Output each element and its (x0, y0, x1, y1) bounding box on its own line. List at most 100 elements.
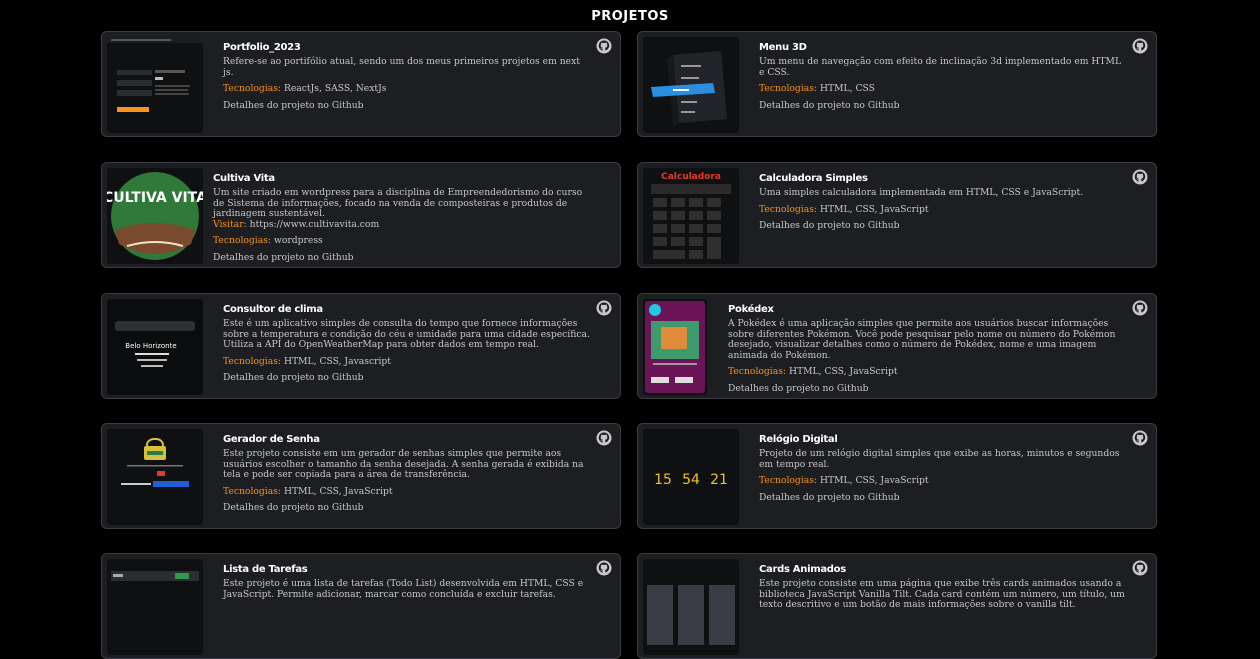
tech-list: ReactJs, SASS, NextJs (283, 83, 387, 95)
project-title: Gerador de Senha (223, 434, 320, 445)
tech-prefix: Tecnologias: (223, 355, 282, 367)
project-card-portfolio[interactable]: Portfolio_2023 Refere-se ao portifólio a… (101, 31, 621, 137)
tech-list: wordpress (273, 235, 323, 247)
weather-thumbnail: Belo Horizonte (107, 299, 203, 395)
github-icon[interactable] (596, 38, 612, 54)
github-icon[interactable] (1132, 38, 1148, 54)
github-icon[interactable] (596, 300, 612, 316)
portfolio-thumbnail (107, 37, 203, 133)
project-card-clima[interactable]: Belo Horizonte Consultor de clima Este é… (101, 293, 621, 399)
visit-url[interactable]: https://www.cultivavita.com (250, 219, 380, 230)
project-title: Consultor de clima (223, 304, 323, 315)
project-card-relogio[interactable]: 15 54 21 Relógio Digital Projeto de um r… (637, 423, 1157, 529)
project-description: Este projeto é uma lista de tarefas (Tod… (223, 578, 584, 600)
project-description: Este é um aplicativo simples de consulta… (223, 318, 590, 351)
github-icon[interactable] (1132, 430, 1148, 446)
project-description: Um menu de navegação com efeito de incli… (759, 56, 1122, 78)
project-description: Uma simples calculadora implementada em … (759, 187, 1084, 198)
tech-list: HTML, CSS, JavaScript (819, 475, 929, 487)
github-link[interactable]: Detalhes do projeto no Github (759, 100, 1126, 112)
project-card-menu-3d[interactable]: Menu 3D Um menu de navegação com efeito … (637, 31, 1157, 137)
password-generator-thumbnail (107, 429, 203, 525)
project-title: Pokédex (728, 304, 774, 315)
project-card-cards-animados[interactable]: Cards Animados Este projeto consiste em … (637, 553, 1157, 659)
project-description: Refere-se ao portifólio atual, sendo um … (223, 56, 580, 78)
tech-prefix: Tecnologias: (759, 475, 818, 487)
project-title: Cultiva Vita (213, 173, 275, 184)
project-card-body: Portfolio_2023 Refere-se ao portifólio a… (223, 42, 590, 111)
github-icon[interactable] (596, 430, 612, 446)
tech-prefix: Tecnologias: (213, 235, 272, 247)
github-link[interactable]: Detalhes do projeto no Github (213, 252, 590, 264)
project-tech: Tecnologias: HTML, CSS, JavaScript (728, 367, 1126, 378)
project-title: Portfolio_2023 (223, 42, 301, 53)
clock-seconds: 21 (710, 472, 728, 488)
project-description: Este projeto consiste em um gerador de s… (223, 448, 584, 481)
cultiva-vita-logo-text: CULTIVA VITA (107, 190, 203, 206)
cultiva-vita-thumbnail: CULTIVA VITA (107, 168, 203, 264)
github-icon[interactable] (1132, 169, 1148, 185)
project-description: Projeto de um relógio digital simples qu… (759, 448, 1120, 470)
project-card-body: Lista de Tarefas Este projeto é uma list… (223, 564, 590, 606)
calculator-thumb-title: Calculadora (661, 172, 721, 182)
github-link[interactable]: Detalhes do projeto no Github (223, 503, 590, 514)
project-card-body: Pokédex A Pokédex é uma aplicação simple… (728, 304, 1126, 395)
project-tech: Tecnologias: HTML, CSS, Javascript (223, 355, 590, 368)
project-card-body: Consultor de clima Este é um aplicativo … (223, 304, 590, 384)
project-tech: Tecnologias: HTML, CSS, JavaScript (759, 475, 1126, 487)
digital-clock-thumbnail: 15 54 21 (643, 429, 739, 525)
project-card-cultiva-vita[interactable]: CULTIVA VITA Cultiva Vita Um site criado… (101, 162, 621, 268)
project-title: Lista de Tarefas (223, 564, 308, 575)
github-icon[interactable] (596, 560, 612, 576)
clock-minutes: 54 (682, 472, 700, 488)
github-link[interactable]: Detalhes do projeto no Github (223, 100, 590, 112)
project-title: Relógio Digital (759, 434, 838, 445)
tech-prefix: Tecnologias: (759, 83, 818, 95)
github-link[interactable]: Detalhes do projeto no Github (728, 383, 1126, 395)
clock-hours: 15 (654, 472, 672, 488)
project-tech: Tecnologias: HTML, CSS, JavaScript (223, 485, 590, 498)
project-description: A Pokédex é uma aplicação simples que pe… (728, 318, 1116, 361)
tech-list: HTML, CSS, JavaScript (283, 485, 393, 497)
project-card-body: Cultiva Vita Um site criado em wordpress… (213, 173, 590, 264)
github-icon[interactable] (1132, 560, 1148, 576)
project-title: Calculadora Simples (759, 173, 868, 184)
tech-list: HTML, CSS (819, 83, 875, 95)
project-card-pokedex[interactable]: Pokédex A Pokédex é uma aplicação simple… (637, 293, 1157, 399)
menu-3d-thumbnail (643, 37, 739, 133)
project-card-lista-tarefas[interactable]: Lista de Tarefas Este projeto é uma list… (101, 553, 621, 659)
animated-cards-thumbnail (643, 559, 739, 655)
project-card-body: Gerador de Senha Este projeto consiste e… (223, 434, 590, 514)
tech-list: HTML, CSS, JavaScript (788, 366, 898, 378)
weather-thumb-city: Belo Horizonte (125, 342, 176, 350)
github-link[interactable]: Detalhes do projeto no Github (223, 373, 590, 384)
todo-list-thumbnail (107, 559, 203, 655)
tech-prefix: Tecnologias: (759, 203, 818, 215)
pokedex-thumbnail (643, 299, 707, 395)
calculator-thumbnail: Calculadora (643, 168, 739, 264)
project-card-gerador-senha[interactable]: Gerador de Senha Este projeto consiste e… (101, 423, 621, 529)
tech-prefix: Tecnologias: (728, 366, 787, 378)
tech-list: HTML, CSS, JavaScript (819, 203, 929, 215)
tech-list: HTML, CSS, Javascript (283, 355, 392, 367)
project-description: Um site criado em wordpress para a disci… (213, 187, 583, 220)
project-card-calculadora[interactable]: Calculadora Calculadora Simples Uma simp… (637, 162, 1157, 268)
project-card-body: Menu 3D Um menu de navegação com efeito … (759, 42, 1126, 111)
project-tech: Tecnologias: HTML, CSS, JavaScript (759, 203, 1126, 216)
github-link[interactable]: Detalhes do projeto no Github (759, 492, 1126, 504)
github-icon[interactable] (1132, 300, 1148, 316)
github-link[interactable]: Detalhes do projeto no Github (759, 221, 1126, 232)
tech-prefix: Tecnologias: (223, 485, 282, 497)
project-tech: Tecnologias: HTML, CSS (759, 83, 1126, 95)
project-title: Menu 3D (759, 42, 807, 53)
tech-prefix: Tecnologias: (223, 83, 282, 95)
project-title: Cards Animados (759, 564, 846, 575)
page-title: PROJETOS (591, 9, 669, 24)
project-card-body: Calculadora Simples Uma simples calculad… (759, 173, 1126, 232)
project-visit: Visitar: https://www.cultivavita.com (213, 218, 590, 231)
visit-prefix: Visitar: (213, 218, 247, 230)
project-tech: Tecnologias: ReactJs, SASS, NextJs (223, 83, 590, 95)
project-description: Este projeto consiste em uma página que … (759, 578, 1125, 611)
project-card-body: Relógio Digital Projeto de um relógio di… (759, 434, 1126, 503)
project-card-body: Cards Animados Este projeto consiste em … (759, 564, 1126, 617)
